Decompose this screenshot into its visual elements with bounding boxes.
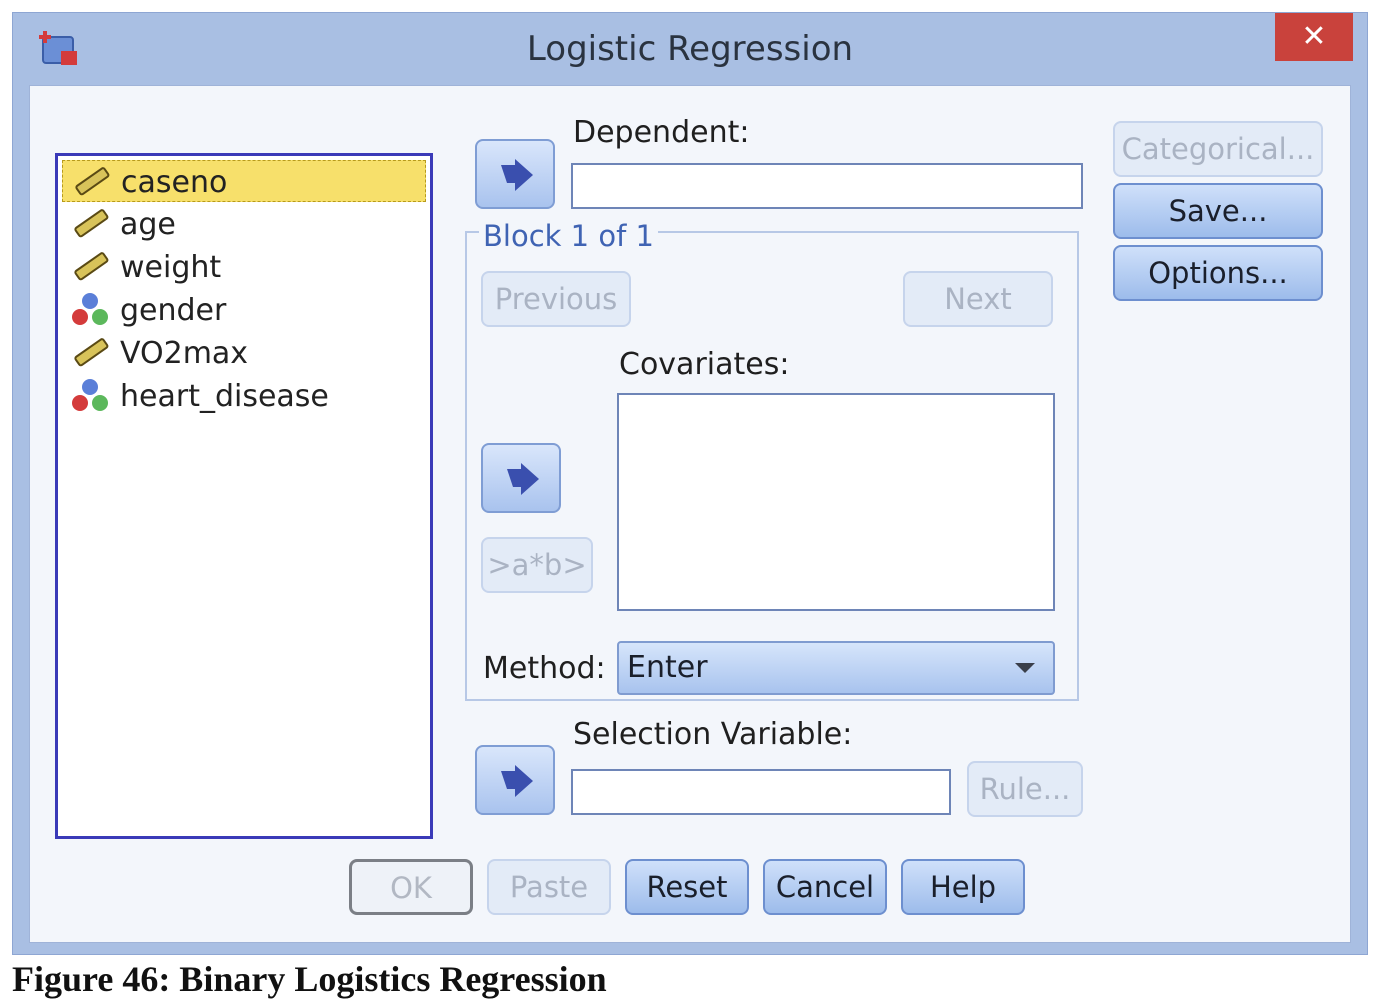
- move-to-selection-button[interactable]: [475, 745, 555, 815]
- variable-list[interactable]: caseno age weight gender VO2max heart_di…: [55, 153, 433, 839]
- next-button[interactable]: Next: [903, 271, 1053, 327]
- variable-item-weight[interactable]: weight: [62, 246, 424, 286]
- move-to-dependent-button[interactable]: [475, 139, 555, 209]
- variable-item-age[interactable]: age: [62, 203, 424, 243]
- scale-ruler-icon: [75, 167, 110, 196]
- nominal-circles-icon: [72, 293, 108, 325]
- categorical-button[interactable]: Categorical...: [1113, 121, 1323, 177]
- options-button[interactable]: Options...: [1113, 245, 1323, 301]
- variable-label: gender: [120, 293, 227, 328]
- method-label: Method:: [483, 651, 606, 686]
- variable-item-caseno[interactable]: caseno: [62, 160, 426, 202]
- rule-button[interactable]: Rule...: [967, 761, 1083, 817]
- covariates-label: Covariates:: [619, 347, 790, 382]
- variable-label: heart_disease: [120, 379, 329, 414]
- variable-label: VO2max: [120, 336, 249, 371]
- dependent-label: Dependent:: [573, 115, 750, 150]
- figure-caption: Figure 46: Binary Logistics Regression: [12, 959, 607, 999]
- close-button[interactable]: ✕: [1275, 13, 1353, 61]
- paste-button[interactable]: Paste: [487, 859, 611, 915]
- scale-ruler-icon: [74, 338, 109, 367]
- dependent-field[interactable]: [571, 163, 1083, 209]
- selection-variable-label: Selection Variable:: [573, 717, 853, 752]
- interaction-button[interactable]: >a*b>: [481, 537, 593, 593]
- variable-item-gender[interactable]: gender: [62, 289, 424, 329]
- arrow-right-icon: [501, 159, 533, 191]
- covariates-list[interactable]: [617, 393, 1055, 611]
- logistic-regression-dialog: Logistic Regression ✕ caseno age weight …: [12, 12, 1368, 955]
- move-to-covariates-button[interactable]: [481, 443, 561, 513]
- cancel-button[interactable]: Cancel: [763, 859, 887, 915]
- block-label: Block 1 of 1: [479, 219, 658, 253]
- window-title: Logistic Regression: [526, 29, 854, 69]
- method-value: Enter: [627, 650, 708, 685]
- variable-item-vo2max[interactable]: VO2max: [62, 332, 424, 372]
- variable-item-heart-disease[interactable]: heart_disease: [62, 375, 424, 415]
- save-button[interactable]: Save...: [1113, 183, 1323, 239]
- previous-button[interactable]: Previous: [481, 271, 631, 327]
- arrow-right-icon: [507, 463, 539, 495]
- title-bar: Logistic Regression ✕: [13, 13, 1367, 85]
- reset-button[interactable]: Reset: [625, 859, 749, 915]
- selection-variable-field[interactable]: [571, 769, 951, 815]
- variable-label: caseno: [121, 165, 228, 200]
- ok-button[interactable]: OK: [349, 859, 473, 915]
- method-select[interactable]: Enter: [617, 641, 1055, 695]
- variable-label: age: [120, 207, 176, 242]
- help-button[interactable]: Help: [901, 859, 1025, 915]
- scale-ruler-icon: [74, 252, 109, 281]
- variable-label: weight: [120, 250, 222, 285]
- scale-ruler-icon: [74, 209, 109, 238]
- chevron-down-icon: [1015, 663, 1035, 673]
- arrow-right-icon: [501, 765, 533, 797]
- nominal-circles-icon: [72, 379, 108, 411]
